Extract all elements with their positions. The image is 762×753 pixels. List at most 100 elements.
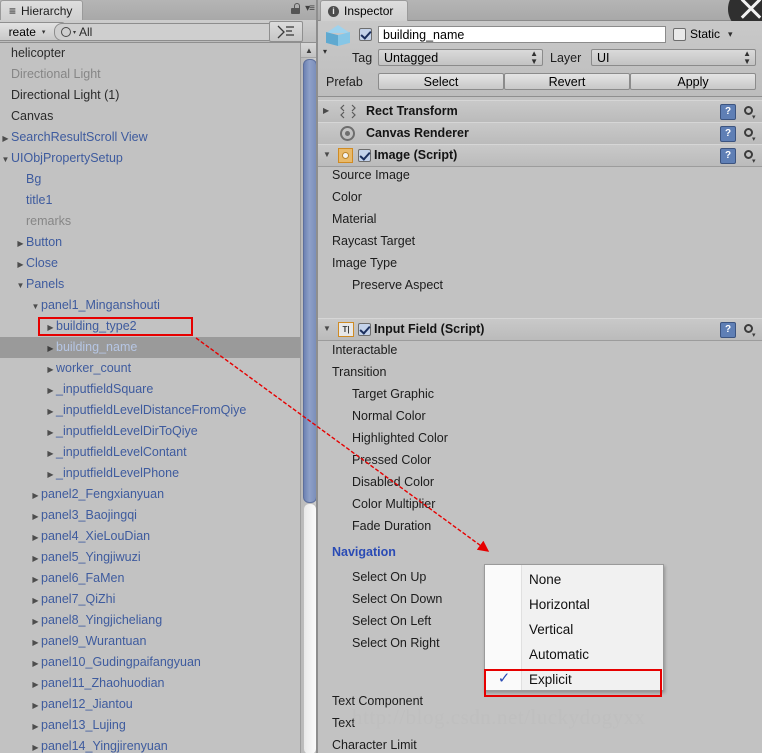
chevron-right-icon[interactable]: ▶ <box>30 590 41 611</box>
hierarchy-scrollbar[interactable]: ▲ <box>300 43 317 753</box>
gear-icon[interactable]: ▾ <box>742 104 757 121</box>
hierarchy-item-panel12-jiantou[interactable]: ▶ panel12_Jiantou <box>0 694 305 715</box>
menu-item-explicit[interactable]: Explicit ✓ <box>485 666 663 693</box>
prefab-apply-button[interactable]: Apply <box>630 73 756 90</box>
chevron-right-icon[interactable]: ▶ <box>30 695 41 716</box>
hierarchy-item-inputfieldsquare[interactable]: ▶ _inputfieldSquare <box>0 379 305 400</box>
hierarchy-item-panel10-gudingpaifangyuan[interactable]: ▶ panel10_Gudingpaifangyuan <box>0 652 305 673</box>
chevron-right-icon[interactable]: ▶ <box>30 548 41 569</box>
hierarchy-item-directional-light[interactable]: ▶Directional Light <box>0 64 305 85</box>
menu-item-automatic[interactable]: Automatic <box>485 641 663 668</box>
chevron-right-icon[interactable]: ▶ <box>30 737 41 753</box>
gear-icon[interactable]: ▾ <box>742 148 757 165</box>
image-enabled-checkbox[interactable] <box>358 149 371 165</box>
chevron-right-icon[interactable]: ▶ <box>45 359 56 380</box>
hierarchy-item-remarks[interactable]: ▶remarks <box>0 211 305 232</box>
layer-dropdown[interactable]: UI ▲ ▼ <box>591 49 756 66</box>
sort-button[interactable] <box>269 21 303 42</box>
hierarchy-item-panel1-minganshouti[interactable]: ▼ panel1_Minganshouti <box>0 295 305 316</box>
hierarchy-item-bg[interactable]: ▶Bg <box>0 169 305 190</box>
chevron-right-icon[interactable]: ▶ <box>45 380 56 401</box>
chevron-right-icon[interactable]: ▶ <box>15 254 26 275</box>
chevron-right-icon[interactable]: ▶ <box>45 317 56 338</box>
hierarchy-item-panel3-baojingqi[interactable]: ▶ panel3_Baojingqi <box>0 505 305 526</box>
hierarchy-item-close[interactable]: ▶ Close <box>0 253 305 274</box>
chevron-right-icon[interactable]: ▶ <box>0 128 11 149</box>
chevron-down-icon[interactable]: ▾ <box>728 29 733 40</box>
hierarchy-item-title1[interactable]: ▶title1 <box>0 190 305 211</box>
hierarchy-item-panel7-qizhi[interactable]: ▶ panel7_QiZhi <box>0 589 305 610</box>
chevron-right-icon[interactable]: ▶ <box>30 632 41 653</box>
menu-item-none[interactable]: None <box>485 566 663 593</box>
help-icon[interactable]: ? <box>720 148 736 164</box>
hierarchy-item-building-name[interactable]: ▶ building_name <box>0 337 305 358</box>
hierarchy-item-panel13-lujing[interactable]: ▶ panel13_Lujing <box>0 715 305 736</box>
static-toggle[interactable]: Static ▾ <box>673 27 733 41</box>
component-header-image[interactable]: ▼ Image (Script) ? ▾ <box>318 144 762 167</box>
chevron-right-icon[interactable]: ▶ <box>30 611 41 632</box>
component-header-canvas-renderer[interactable]: Canvas Renderer ? ▾ <box>318 122 762 145</box>
hierarchy-item-directional-light-1[interactable]: ▶Directional Light (1) <box>0 85 305 106</box>
chevron-right-icon[interactable]: ▶ <box>45 338 56 359</box>
scrollbar-trough[interactable] <box>303 503 317 753</box>
hierarchy-item-panel6-famen[interactable]: ▶ panel6_FaMen <box>0 568 305 589</box>
hierarchy-item-worker-count[interactable]: ▶ worker_count <box>0 358 305 379</box>
hierarchy-item-searchresultscroll-view[interactable]: ▶ SearchResultScroll View <box>0 127 305 148</box>
component-header-rect-transform[interactable]: ▶ Rect Transform ? ▾ <box>318 100 762 123</box>
hierarchy-tree[interactable]: ▶helicopter▶Directional Light▶Directiona… <box>0 43 305 753</box>
hierarchy-item-canvas[interactable]: ▶Canvas <box>0 106 305 127</box>
help-icon[interactable]: ? <box>720 104 736 120</box>
chevron-down-icon[interactable]: ▼ <box>15 275 26 296</box>
help-icon[interactable]: ? <box>720 322 736 338</box>
help-icon[interactable]: ? <box>720 126 736 142</box>
hierarchy-item-panel2-fengxianyuan[interactable]: ▶ panel2_Fengxianyuan <box>0 484 305 505</box>
chevron-right-icon[interactable]: ▶ <box>30 674 41 695</box>
chevron-right-icon[interactable]: ▶ <box>15 233 26 254</box>
hierarchy-item-inputfieldleveldistancefromqiye[interactable]: ▶ _inputfieldLevelDistanceFromQiye <box>0 400 305 421</box>
chevron-right-icon[interactable]: ▶ <box>323 106 329 115</box>
chevron-right-icon[interactable]: ▶ <box>30 527 41 548</box>
hierarchy-item-inputfieldleveldirtoqiye[interactable]: ▶ _inputfieldLevelDirToQiye <box>0 421 305 442</box>
hierarchy-item-helicopter[interactable]: ▶helicopter <box>0 43 305 64</box>
chevron-right-icon[interactable]: ▶ <box>30 569 41 590</box>
hierarchy-item-panel11-zhaohuodian[interactable]: ▶ panel11_Zhaohuodian <box>0 673 305 694</box>
scroll-up-arrow-icon[interactable]: ▲ <box>301 43 317 58</box>
chevron-down-icon[interactable]: ▼ <box>30 296 41 317</box>
navigation-options-menu[interactable]: None Horizontal Vertical Automatic Explicit ✓ <box>484 564 664 691</box>
hierarchy-item-panels[interactable]: ▼ Panels <box>0 274 305 295</box>
chevron-down-icon[interactable]: ▼ <box>323 324 331 333</box>
hierarchy-item-panel5-yingjiwuzi[interactable]: ▶ panel5_Yingjiwuzi <box>0 547 305 568</box>
search-input[interactable]: ▾ All <box>54 23 276 41</box>
object-active-checkbox[interactable] <box>359 28 372 44</box>
menu-item-horizontal[interactable]: Horizontal <box>485 591 663 618</box>
chevron-right-icon[interactable]: ▶ <box>30 716 41 737</box>
hierarchy-item-button[interactable]: ▶ Button <box>0 232 305 253</box>
chevron-right-icon[interactable]: ▶ <box>45 443 56 464</box>
hierarchy-item-panel8-yingjicheliang[interactable]: ▶ panel8_Yingjicheliang <box>0 610 305 631</box>
tab-hierarchy[interactable]: ≡ Hierarchy <box>0 0 84 21</box>
gear-icon[interactable]: ▾ <box>742 322 757 339</box>
lock-icon[interactable] <box>291 3 301 14</box>
prefab-select-button[interactable]: Select <box>378 73 504 90</box>
tag-dropdown[interactable]: Untagged ▲ ▼ <box>378 49 543 66</box>
panel-menu-icon[interactable]: ▾≡ <box>305 3 315 14</box>
menu-item-vertical[interactable]: Vertical <box>485 616 663 643</box>
scrollbar-thumb[interactable] <box>303 59 317 503</box>
static-checkbox[interactable] <box>673 27 686 41</box>
hierarchy-item-panel14-yingjirenyuan[interactable]: ▶ panel14_Yingjirenyuan <box>0 736 305 753</box>
chevron-right-icon[interactable]: ▶ <box>30 506 41 527</box>
chevron-down-icon[interactable]: ▼ <box>0 149 11 170</box>
hierarchy-item-inputfieldlevelcontant[interactable]: ▶ _inputfieldLevelContant <box>0 442 305 463</box>
gear-icon[interactable]: ▾ <box>742 126 757 143</box>
object-name-field[interactable]: building_name <box>378 26 666 43</box>
chevron-right-icon[interactable]: ▶ <box>45 401 56 422</box>
hierarchy-item-inputfieldlevelphone[interactable]: ▶ _inputfieldLevelPhone <box>0 463 305 484</box>
input-field-enabled-checkbox[interactable] <box>358 323 371 339</box>
hierarchy-item-panel9-wurantuan[interactable]: ▶ panel9_Wurantuan <box>0 631 305 652</box>
hierarchy-item-building-type2[interactable]: ▶ building_type2 <box>0 316 305 337</box>
prefab-revert-button[interactable]: Revert <box>504 73 630 90</box>
tab-inspector[interactable]: i Inspector <box>320 0 409 21</box>
chevron-right-icon[interactable]: ▶ <box>30 485 41 506</box>
component-header-input-field[interactable]: ▼ T| Input Field (Script) ? ▾ <box>318 318 762 341</box>
hierarchy-item-uiobjpropertysetup[interactable]: ▼ UIObjPropertySetup <box>0 148 305 169</box>
